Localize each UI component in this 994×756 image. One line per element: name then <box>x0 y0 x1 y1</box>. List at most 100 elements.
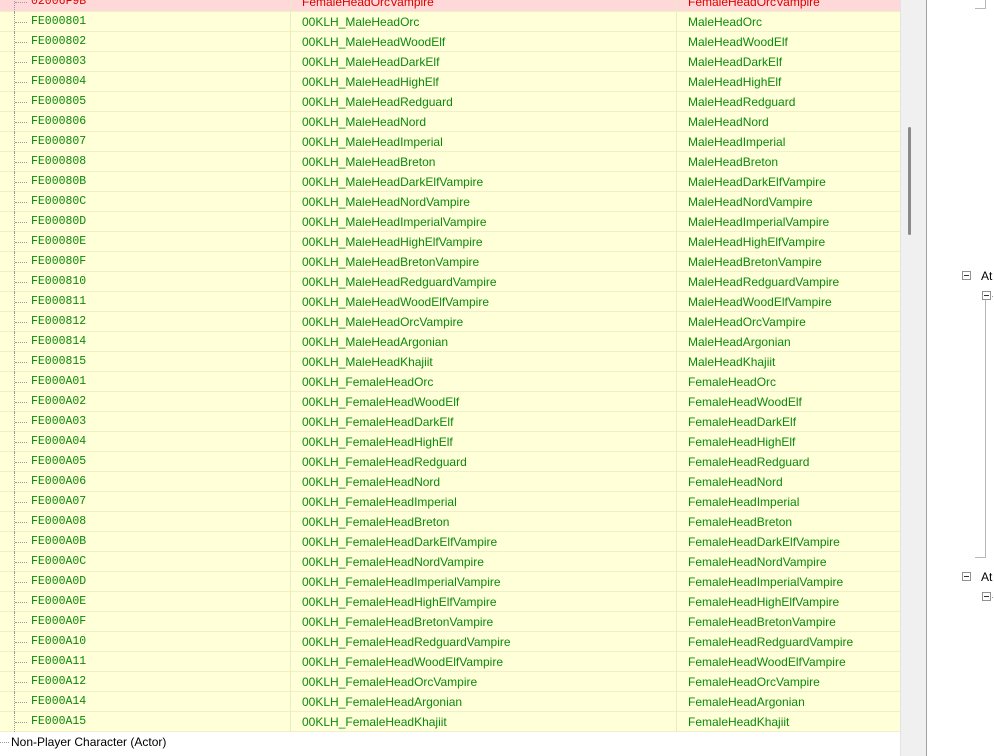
editor-id-cell: 00KLH_FemaleHeadImperial <box>302 495 457 509</box>
name-cell: MaleHeadHighElf <box>688 75 782 89</box>
table-row[interactable]: FE000A15 00KLH_FemaleHeadKhajiit FemaleHea… <box>0 712 900 732</box>
tree-connector <box>0 742 9 743</box>
form-id-cell: FE000811 <box>31 295 87 308</box>
tree-connector <box>15 102 27 103</box>
tree-group-npc[interactable]: Non-Player Character (Actor) <box>0 732 900 756</box>
editor-id-cell: 00KLH_FemaleHeadArgonian <box>302 695 463 709</box>
scrollbar-thumb[interactable] <box>908 127 911 235</box>
editor-id-cell: 00KLH_FemaleHeadNordVampire <box>302 555 484 569</box>
table-row[interactable]: FE000811 00KLH_MaleHeadWoodElfVampire Male… <box>0 292 900 312</box>
table-row[interactable]: FE000A08 00KLH_FemaleHeadBreton FemaleHead… <box>0 512 900 532</box>
column-separator <box>290 132 291 152</box>
column-separator <box>290 512 291 532</box>
table-row[interactable]: FE000A01 00KLH_FemaleHeadOrc FemaleHeadOrc <box>0 372 900 392</box>
table-row[interactable]: FE00080B 00KLH_MaleHeadDarkElfVampire Male… <box>0 172 900 192</box>
form-id-cell: FE000810 <box>31 275 87 288</box>
tree-connector <box>15 202 27 203</box>
column-separator <box>676 592 677 612</box>
table-row[interactable]: FE000810 00KLH_MaleHeadRedguardVampire Mal… <box>0 272 900 292</box>
column-separator <box>290 152 291 172</box>
column-separator <box>290 172 291 192</box>
table-row[interactable]: FE000A02 00KLH_FemaleHeadWoodElf FemaleHea… <box>0 392 900 412</box>
column-separator <box>290 312 291 332</box>
table-row[interactable]: FE000807 00KLH_MaleHeadImperial MaleHeadIm… <box>0 132 900 152</box>
tree-connector <box>15 642 27 643</box>
column-separator <box>290 212 291 232</box>
table-row[interactable]: FE000804 00KLH_MaleHeadHighElf MaleHeadHig… <box>0 72 900 92</box>
collapse-node-icon[interactable] <box>962 271 971 280</box>
column-separator <box>290 452 291 472</box>
table-row[interactable]: FE000A0F 00KLH_FemaleHeadBretonVampire Fem… <box>0 612 900 632</box>
tree-connector <box>15 442 27 443</box>
table-row[interactable]: FE000A0D 00KLH_FemaleHeadImperialVampire F… <box>0 572 900 592</box>
editor-id-cell: 00KLH_FemaleHeadBretonVampire <box>302 615 494 629</box>
table-row[interactable]: FE000A03 00KLH_FemaleHeadDarkElf FemaleHea… <box>0 412 900 432</box>
editor-id-cell: 00KLH_MaleHeadDarkElfVampire <box>302 175 484 189</box>
table-row[interactable]: FE000A0B 00KLH_FemaleHeadDarkElfVampire Fe… <box>0 532 900 552</box>
record-tree[interactable]: 02006F9B FemaleHeadOrcVampire FemaleHeadOr… <box>0 0 900 756</box>
editor-id-cell: 00KLH_FemaleHeadBreton <box>302 515 450 529</box>
table-row[interactable]: FE000A05 00KLH_FemaleHeadRedguard FemaleHe… <box>0 452 900 472</box>
form-id-cell: FE000A10 <box>31 635 87 648</box>
tree-connector <box>15 702 27 703</box>
table-row[interactable]: FE000A10 00KLH_FemaleHeadRedguardVampire F… <box>0 632 900 652</box>
table-row[interactable]: FE000A14 00KLH_FemaleHeadArgonian FemaleHe… <box>0 692 900 712</box>
table-row[interactable]: FE00080C 00KLH_MaleHeadNordVampire MaleHea… <box>0 192 900 212</box>
column-separator <box>290 672 291 692</box>
table-row[interactable]: FE000806 00KLH_MaleHeadNord MaleHeadNord <box>0 112 900 132</box>
table-row[interactable]: FE000812 00KLH_MaleHeadOrcVampire MaleHead… <box>0 312 900 332</box>
collapse-node-icon[interactable] <box>962 572 971 581</box>
editor-id-cell: 00KLH_FemaleHeadKhajiit <box>302 715 447 729</box>
table-row[interactable]: FE000803 00KLH_MaleHeadDarkElf MaleHeadDar… <box>0 52 900 72</box>
column-separator <box>290 292 291 312</box>
column-separator <box>676 212 677 232</box>
vertical-scrollbar[interactable] <box>900 0 918 756</box>
tree-connector <box>15 382 27 383</box>
tree-connector <box>15 622 27 623</box>
form-id-cell: FE00080B <box>31 175 87 188</box>
editor-id-cell: 00KLH_FemaleHeadDarkElfVampire <box>302 535 498 549</box>
table-row[interactable]: FE00080E 00KLH_MaleHeadHighElfVampire Male… <box>0 232 900 252</box>
table-row[interactable]: FE00080F 00KLH_MaleHeadBretonVampire MaleH… <box>0 252 900 272</box>
editor-id-cell: 00KLH_MaleHeadHighElfVampire <box>302 235 483 249</box>
form-id-cell: FE000A05 <box>31 455 87 468</box>
column-separator <box>290 492 291 512</box>
table-row[interactable]: FE000802 00KLH_MaleHeadWoodElf MaleHeadWoo… <box>0 32 900 52</box>
table-row[interactable]: FE000808 00KLH_MaleHeadBreton MaleHeadBret… <box>0 152 900 172</box>
table-row[interactable]: FE000A0C 00KLH_FemaleHeadNordVampire Femal… <box>0 552 900 572</box>
column-separator <box>290 412 291 432</box>
column-separator <box>290 652 291 672</box>
table-row[interactable]: FE000A06 00KLH_FemaleHeadNord FemaleHeadNo… <box>0 472 900 492</box>
column-separator <box>290 692 291 712</box>
name-cell: MaleHeadKhajiit <box>688 355 776 369</box>
column-separator <box>290 192 291 212</box>
table-row[interactable]: FE000A04 00KLH_FemaleHeadHighElf FemaleHea… <box>0 432 900 452</box>
name-cell: MaleHeadWoodElf <box>688 35 788 49</box>
column-separator <box>676 672 677 692</box>
name-cell: MaleHeadImperialVampire <box>688 215 830 229</box>
panel-splitter[interactable] <box>918 0 926 756</box>
editor-id-cell: 00KLH_MaleHeadNordVampire <box>302 195 470 209</box>
table-row[interactable]: FE000814 00KLH_MaleHeadArgonian MaleHeadAr… <box>0 332 900 352</box>
column-separator <box>676 152 677 172</box>
table-row[interactable]: FE000801 00KLH_MaleHeadOrc MaleHeadOrc <box>0 12 900 32</box>
column-separator <box>676 52 677 72</box>
tree-connector <box>15 682 27 683</box>
table-row[interactable]: FE000A11 00KLH_FemaleHeadWoodElfVampire Fe… <box>0 652 900 672</box>
tree-connector <box>990 296 994 297</box>
column-separator <box>676 612 677 632</box>
tree-connector <box>15 242 27 243</box>
table-row[interactable]: FE000815 00KLH_MaleHeadKhajiit MaleHeadKha… <box>0 352 900 372</box>
column-separator <box>676 512 677 532</box>
table-row[interactable]: FE000A12 00KLH_FemaleHeadOrcVampire Female… <box>0 672 900 692</box>
form-id-cell: FE000A11 <box>31 655 87 668</box>
tree-connector <box>15 582 27 583</box>
column-separator <box>676 32 677 52</box>
table-row[interactable]: FE00080D 00KLH_MaleHeadImperialVampire Mal… <box>0 212 900 232</box>
name-cell: FemaleHeadNord <box>688 475 783 489</box>
table-row[interactable]: FE000A07 00KLH_FemaleHeadImperial FemaleHe… <box>0 492 900 512</box>
table-row[interactable]: FE000805 00KLH_MaleHeadRedguard MaleHeadRe… <box>0 92 900 112</box>
table-row[interactable]: 02006F9B FemaleHeadOrcVampire FemaleHeadOr… <box>0 0 900 12</box>
table-row[interactable]: FE000A0E 00KLH_FemaleHeadHighElfVampire Fe… <box>0 592 900 612</box>
name-cell: MaleHeadDarkElfVampire <box>688 175 826 189</box>
